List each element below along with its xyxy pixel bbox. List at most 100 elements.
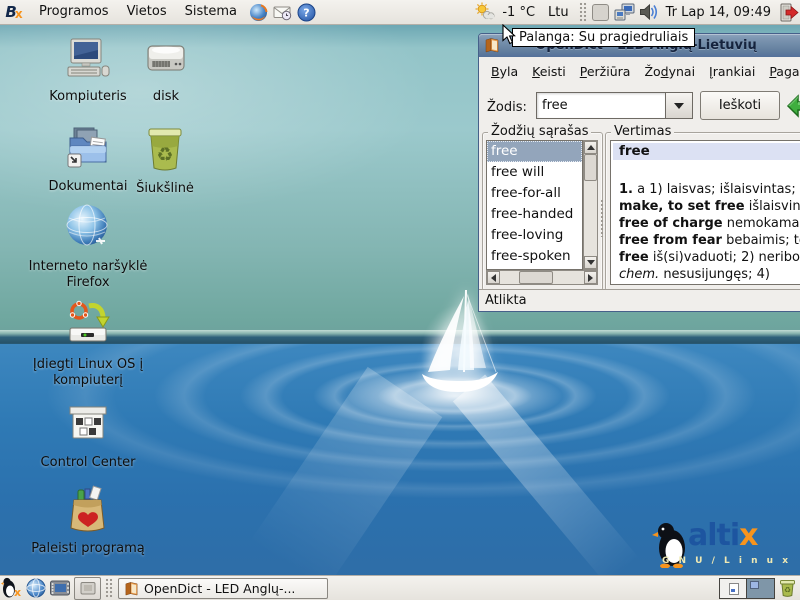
keyboard-indicator[interactable]: Ltu bbox=[540, 5, 577, 20]
icon-label: Įdiegti Linux OS į bbox=[33, 357, 143, 373]
documents-icon bbox=[64, 126, 112, 176]
network-icon[interactable] bbox=[614, 1, 636, 23]
firefox-launcher-icon[interactable] bbox=[247, 1, 269, 23]
icon-label: Interneto naršyklė bbox=[29, 259, 148, 275]
v-scroll-thumb[interactable] bbox=[584, 154, 597, 181]
triangle-right-icon bbox=[588, 274, 593, 282]
v-scrollbar[interactable] bbox=[583, 140, 598, 270]
scroll-down-button[interactable] bbox=[584, 256, 597, 269]
triangle-down-icon bbox=[587, 260, 595, 265]
wordlist-legend: Žodžių sąrašas bbox=[488, 124, 591, 139]
list-item[interactable]: free-for-all bbox=[487, 183, 582, 204]
control-center-icon bbox=[64, 404, 112, 452]
search-button[interactable]: Ieškoti bbox=[700, 91, 780, 120]
computer-icon bbox=[64, 36, 112, 86]
web-browser-icon[interactable] bbox=[25, 577, 47, 599]
wordlist-groupbox: Žodžių sąrašas free free will free-for-a… bbox=[482, 132, 603, 291]
book-icon bbox=[124, 581, 139, 596]
help-icon[interactable]: ? bbox=[295, 1, 317, 23]
volume-icon[interactable] bbox=[638, 1, 660, 23]
desktop-icon-firefox[interactable]: Interneto naršyklė Firefox bbox=[23, 202, 153, 291]
logo-gnu-linux: G N U / L i n u x bbox=[662, 556, 791, 566]
back-arrow-icon[interactable] bbox=[786, 93, 800, 123]
clock[interactable]: Tr Lap 14, 09:49 bbox=[661, 5, 776, 20]
trash-icon: ♻ bbox=[141, 124, 189, 178]
workspace-2[interactable] bbox=[747, 579, 774, 598]
scroll-up-button[interactable] bbox=[584, 141, 597, 154]
workspace-window-thumb bbox=[729, 583, 739, 595]
menu-keisti[interactable]: Keisti bbox=[525, 59, 573, 85]
h-scroll-thumb[interactable] bbox=[519, 271, 553, 284]
combo-dropdown-button[interactable] bbox=[666, 92, 693, 119]
workspace-1[interactable] bbox=[720, 579, 747, 598]
menu-sistema[interactable]: Sistema bbox=[176, 0, 246, 24]
logout-icon[interactable] bbox=[777, 1, 799, 23]
icon-label: Šiukšlinė bbox=[136, 181, 194, 197]
opendict-window: OpenDict - LED Anglų-Lietuvių Byla Keist… bbox=[478, 33, 800, 312]
desktop-icon-disk[interactable]: disk bbox=[118, 38, 214, 105]
top-panel: Bx Programos Vietos Sistema ? bbox=[0, 0, 800, 25]
logo-text-orange: x bbox=[739, 518, 757, 553]
icon-label: Firefox bbox=[66, 275, 109, 291]
triangle-left-icon bbox=[491, 274, 496, 282]
show-desktop-button[interactable] bbox=[74, 577, 101, 600]
desktop-icon-control-center[interactable]: Control Center bbox=[28, 404, 148, 471]
h-scrollbar[interactable] bbox=[486, 270, 598, 285]
icon-label: disk bbox=[153, 89, 179, 105]
menu-zodynai[interactable]: Žodynai bbox=[637, 59, 702, 85]
mail-icon[interactable] bbox=[271, 1, 293, 23]
menu-perziura[interactable]: Peržiūra bbox=[573, 59, 638, 85]
taskbar-handle[interactable] bbox=[105, 578, 113, 598]
wordlist: free free will free-for-all free-handed … bbox=[486, 140, 598, 285]
menu-irankiai[interactable]: Įrankiai bbox=[702, 59, 762, 85]
chevron-down-icon bbox=[674, 103, 684, 109]
word-combobox[interactable]: free bbox=[536, 92, 693, 119]
translation-view: free 1. a 1) laisvas; išlaisvintas; to m… bbox=[610, 140, 800, 285]
list-item[interactable]: free-spoken bbox=[487, 246, 582, 267]
weather-icon[interactable] bbox=[474, 1, 496, 23]
temperature-label[interactable]: -1 °C bbox=[497, 5, 540, 20]
svg-text:?: ? bbox=[303, 6, 309, 19]
desktop-icon-siuksline[interactable]: ♻ Šiukšlinė bbox=[115, 124, 215, 197]
tray-icon[interactable] bbox=[590, 1, 612, 23]
logo-text-blue: alti bbox=[688, 518, 739, 553]
svg-text:♻: ♻ bbox=[156, 144, 173, 166]
scroll-right-button[interactable] bbox=[584, 271, 597, 284]
icon-label: Kompiuteris bbox=[49, 89, 126, 105]
icon-label: Control Center bbox=[41, 455, 136, 471]
media-player-icon[interactable] bbox=[49, 577, 71, 599]
firefox-globe-icon bbox=[63, 202, 113, 256]
window-menubar: Byla Keisti Peržiūra Žodynai Įrankiai Pa… bbox=[479, 57, 800, 86]
workspace-window-thumb bbox=[750, 581, 759, 589]
menu-programos[interactable]: Programos bbox=[30, 0, 118, 24]
word-input[interactable]: free bbox=[536, 92, 666, 119]
disk-icon bbox=[143, 38, 189, 86]
headword: free bbox=[613, 143, 800, 160]
menu-pagalba[interactable]: Pagalba bbox=[762, 59, 800, 85]
mouse-cursor-icon bbox=[501, 24, 517, 50]
list-item[interactable]: free-loving bbox=[487, 225, 582, 246]
tray-placeholder-icon bbox=[592, 4, 609, 21]
word-label: Žodis: bbox=[487, 100, 527, 115]
package-bag-icon bbox=[64, 484, 112, 538]
scroll-left-button[interactable] bbox=[487, 271, 500, 284]
taskbar-trash-icon[interactable]: ♻ bbox=[776, 577, 798, 599]
desktop-icon-paleisti[interactable]: Paleisti programą bbox=[28, 484, 148, 557]
menu-byla[interactable]: Byla bbox=[484, 59, 525, 85]
baltix-menu-icon[interactable]: Bx bbox=[1, 1, 29, 23]
logo-x: x bbox=[15, 7, 23, 21]
list-item[interactable]: free bbox=[487, 141, 582, 162]
task-button[interactable]: OpenDict - LED Anglų-... bbox=[118, 578, 328, 599]
panel-handle[interactable] bbox=[579, 2, 587, 22]
taskbar: x OpenDict - LED Ang bbox=[0, 575, 800, 600]
list-item[interactable]: free-handed bbox=[487, 204, 582, 225]
baltix-taskbar-icon[interactable]: x bbox=[1, 577, 23, 599]
svg-text:x: x bbox=[14, 586, 21, 599]
task-button-label: OpenDict - LED Anglų-... bbox=[144, 581, 295, 596]
wordlist-view[interactable]: free free will free-for-all free-handed … bbox=[486, 140, 583, 270]
menu-vietos[interactable]: Vietos bbox=[118, 0, 176, 24]
list-item[interactable]: free will bbox=[487, 162, 582, 183]
desktop-icon-install-os[interactable]: Įdiegti Linux OS į kompiuterį bbox=[23, 300, 153, 389]
translation-legend: Vertimas bbox=[611, 124, 674, 139]
status-bar: Atlikta bbox=[479, 289, 800, 311]
